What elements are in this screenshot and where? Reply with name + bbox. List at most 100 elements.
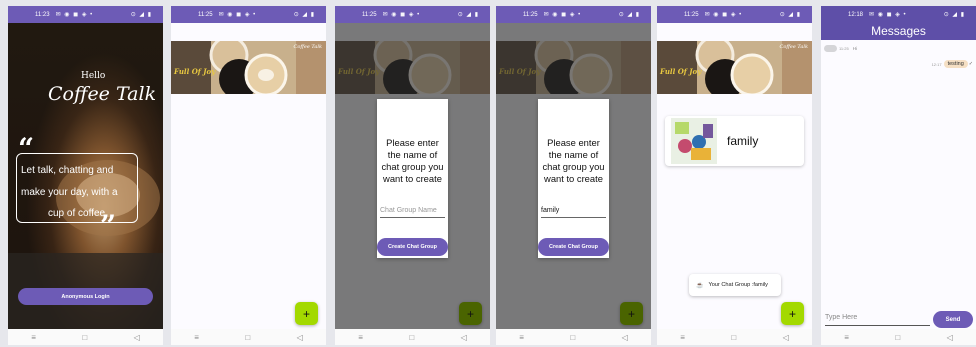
notification-icons: ✉ ◉ ◼ ◈ • <box>704 12 743 18</box>
home-nav-icon[interactable]: □ <box>895 333 900 342</box>
group-name-input[interactable]: family <box>541 205 606 218</box>
system-icons: ⊙ ◢ ▮ <box>779 12 801 18</box>
home-nav-icon[interactable]: □ <box>570 333 575 342</box>
send-button[interactable]: Send <box>933 311 973 328</box>
status-time: 11:25 <box>523 11 538 18</box>
banner-left-text: Full Of Joy <box>660 67 702 76</box>
notification-icons: ✉ ◉ ◼ ◈ • <box>543 12 582 18</box>
outgoing-time: 12:17 <box>931 61 942 67</box>
back-nav-icon[interactable]: ◁ <box>783 333 789 342</box>
hello-text: Hello <box>81 71 106 81</box>
back-nav-icon[interactable]: ◁ <box>297 333 303 342</box>
status-time: 11:23 <box>35 11 50 18</box>
group-card-family[interactable]: family <box>665 116 804 166</box>
prompt-line-1: Please enter <box>386 137 439 148</box>
incoming-text: Hi <box>852 46 857 51</box>
screen-create-dialog-empty: 11:25 ✉ ◉ ◼ ◈ • ⊙ ◢ ▮ Full Of Joy + Plea… <box>335 6 490 345</box>
outgoing-text: testing <box>943 60 968 68</box>
create-group-button[interactable]: Create Chat Group <box>377 238 448 256</box>
app-title: Coffee Talk <box>48 83 157 105</box>
menu-nav-icon[interactable]: ≡ <box>844 333 849 342</box>
dialog-prompt: Please enter the name of chat group you … <box>377 137 448 185</box>
menu-nav-icon[interactable]: ≡ <box>194 333 199 342</box>
plus-icon: + <box>302 306 310 321</box>
coffee-banner: Full Of Joy Coffee Talk <box>657 41 812 94</box>
quote-line-3: cup of coffee. <box>48 208 108 219</box>
status-time: 11:25 <box>362 11 377 18</box>
messages-app-bar: Messages <box>821 23 976 40</box>
prompt-line-4: want to create <box>544 173 603 184</box>
status-time: 11:25 <box>198 11 213 18</box>
add-group-button[interactable]: + <box>620 302 643 325</box>
back-nav-icon[interactable]: ◁ <box>461 333 467 342</box>
quote-line-1: Let talk, chatting and <box>21 165 114 176</box>
menu-nav-icon[interactable]: ≡ <box>519 333 524 342</box>
plus-icon: + <box>466 306 474 321</box>
outgoing-message: 12:17 testing ✓ <box>932 60 973 68</box>
status-bar: 11:25 ✉ ◉ ◼ ◈ • ⊙ ◢ ▮ <box>496 6 651 23</box>
banner-right-text: Coffee Talk <box>779 44 808 50</box>
navigation-bar: ≡ □ ◁ <box>821 329 976 345</box>
screen-groups-empty: 11:25 ✉ ◉ ◼ ◈ • ⊙ ◢ ▮ Full Of Joy Coffee… <box>171 6 326 345</box>
create-group-dialog: Please enter the name of chat group you … <box>538 99 609 258</box>
navigation-bar: ≡ □ ◁ <box>335 329 490 345</box>
notification-icons: ✉ ◉ ◼ ◈ • <box>55 12 94 18</box>
prompt-line-4: want to create <box>383 173 442 184</box>
coffee-cup-icon: ☕ <box>696 282 704 289</box>
menu-nav-icon[interactable]: ≡ <box>680 333 685 342</box>
group-name-input[interactable]: Chat Group Name <box>380 205 445 218</box>
notification-icons: ✉ ◉ ◼ ◈ • <box>382 12 421 18</box>
screen-welcome: 11:23 ✉ ◉ ◼ ◈ • ⊙ ◢ ▮ Hello Coffee Talk … <box>8 6 163 345</box>
incoming-message: 11:25 Hi <box>824 45 857 52</box>
prompt-line-3: chat group you <box>381 161 444 172</box>
banner-right-text: Coffee Talk <box>293 44 322 50</box>
quote-close-icon: ” <box>100 209 117 242</box>
anonymous-login-button[interactable]: Anonymous Login <box>18 288 153 305</box>
screen-messages: 12:18 ✉ ◉ ◼ ◈ • ⊙ ◢ ▮ Messages 11:25 Hi … <box>821 6 976 345</box>
prompt-line-2: the name of <box>387 149 438 160</box>
add-group-button[interactable]: + <box>781 302 804 325</box>
back-nav-icon[interactable]: ◁ <box>134 333 140 342</box>
group-created-toast: ☕ Your Chat Group :family <box>689 274 781 296</box>
system-icons: ⊙ ◢ ▮ <box>943 12 965 18</box>
message-input[interactable]: Type Here <box>825 314 930 326</box>
banner-left-text: Full Of Joy <box>174 67 216 76</box>
coffee-banner: Full Of Joy Coffee Talk <box>171 41 326 94</box>
prompt-line-2: the name of <box>548 149 599 160</box>
notification-icons: ✉ ◉ ◼ ◈ • <box>218 12 257 18</box>
sent-tick-icon: ✓ <box>968 61 973 67</box>
status-time: 11:25 <box>684 11 699 18</box>
group-name-label: family <box>727 134 759 148</box>
plus-icon: + <box>627 306 635 321</box>
menu-nav-icon[interactable]: ≡ <box>31 333 36 342</box>
status-bar: 11:25 ✉ ◉ ◼ ◈ • ⊙ ◢ ▮ <box>335 6 490 23</box>
dialog-prompt: Please enter the name of chat group you … <box>538 137 609 185</box>
prompt-line-3: chat group you <box>542 161 605 172</box>
home-nav-icon[interactable]: □ <box>409 333 414 342</box>
menu-nav-icon[interactable]: ≡ <box>358 333 363 342</box>
plus-icon: + <box>788 306 796 321</box>
add-group-button[interactable]: + <box>459 302 482 325</box>
screen-groups-list: 11:25 ✉ ◉ ◼ ◈ • ⊙ ◢ ▮ Full Of Joy Coffee… <box>657 6 812 345</box>
status-bar: 11:25 ✉ ◉ ◼ ◈ • ⊙ ◢ ▮ <box>657 6 812 23</box>
status-bar: 11:23 ✉ ◉ ◼ ◈ • ⊙ ◢ ▮ <box>8 6 163 23</box>
home-nav-icon[interactable]: □ <box>731 333 736 342</box>
create-group-button[interactable]: Create Chat Group <box>538 238 609 256</box>
home-nav-icon[interactable]: □ <box>245 333 250 342</box>
notification-icons: ✉ ◉ ◼ ◈ • <box>869 12 907 18</box>
navigation-bar: ≡ □ ◁ <box>496 329 651 345</box>
navigation-bar: ≡ □ ◁ <box>657 329 812 345</box>
home-nav-icon[interactable]: □ <box>82 333 87 342</box>
incoming-time: 11:25 <box>839 46 849 51</box>
system-icons: ⊙ ◢ ▮ <box>457 12 479 18</box>
status-time: 12:18 <box>848 11 864 18</box>
navigation-bar: ≡ □ ◁ <box>171 329 326 345</box>
back-nav-icon[interactable]: ◁ <box>947 333 953 342</box>
sender-avatar <box>824 45 837 52</box>
navigation-bar: ≡ □ ◁ <box>8 329 163 345</box>
system-icons: ⊙ ◢ ▮ <box>130 12 152 18</box>
back-nav-icon[interactable]: ◁ <box>622 333 628 342</box>
system-icons: ⊙ ◢ ▮ <box>293 12 315 18</box>
add-group-button[interactable]: + <box>295 302 318 325</box>
screenshot-strip: 11:23 ✉ ◉ ◼ ◈ • ⊙ ◢ ▮ Hello Coffee Talk … <box>0 0 976 347</box>
